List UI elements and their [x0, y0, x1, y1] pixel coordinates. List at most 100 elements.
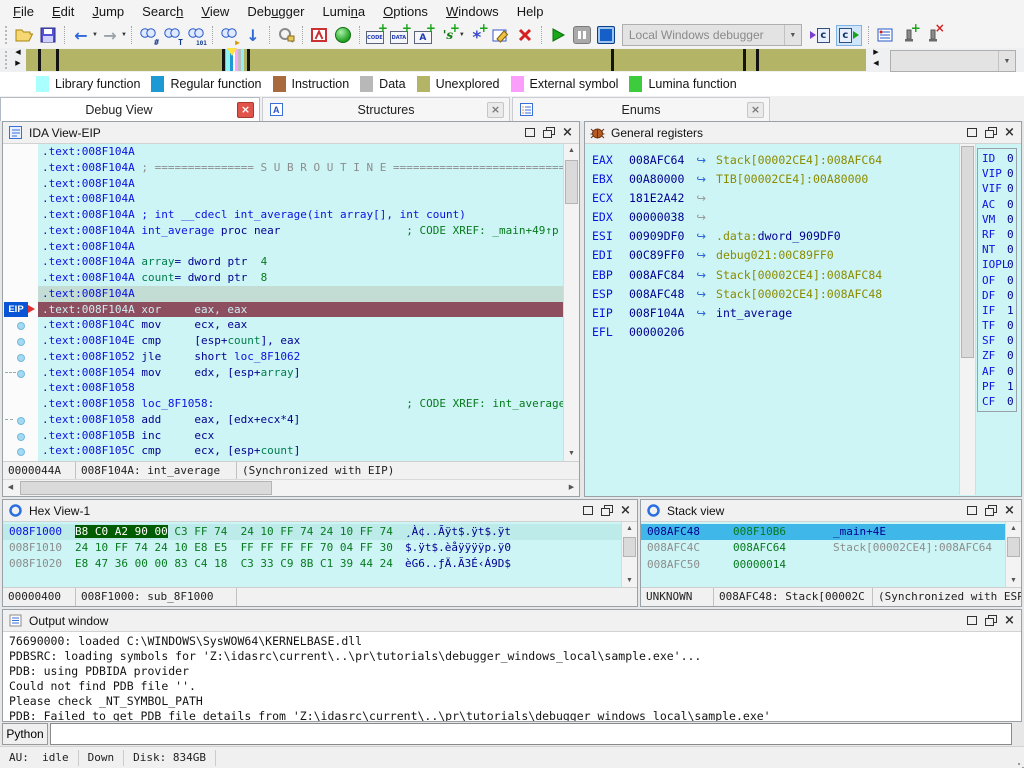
step-into-icon[interactable]: c [807, 24, 833, 46]
output-titlebar[interactable]: Output window × [3, 610, 1021, 632]
navigate-forward-dropdown-icon[interactable]: ▼ [121, 32, 127, 38]
navband-next-icon[interactable]: ▶ [870, 48, 882, 58]
maximize-icon[interactable] [963, 503, 980, 518]
disassembly-line[interactable]: .text:008F104C mov ecx, eax [38, 317, 564, 333]
lumina-status-icon[interactable] [332, 24, 354, 46]
hex-row[interactable]: 008F1020E8 47 36 00 00 83 C4 18 C3 33 C9… [3, 556, 622, 572]
scrollbar-thumb[interactable] [565, 160, 578, 204]
step-over-icon[interactable]: c [835, 24, 863, 46]
navband-scroll-right-icon[interactable]: ▶ [12, 59, 24, 69]
flag-row[interactable]: RF0 [982, 227, 1016, 242]
flag-row[interactable]: OF0 [982, 273, 1016, 288]
disassembly-lines[interactable]: .text:008F104A.text:008F104A ; =========… [38, 144, 564, 461]
follow-arrow-icon[interactable]: ↪ [696, 229, 706, 243]
disassembly-line[interactable]: .text:008F104A [38, 191, 564, 207]
tab-close-icon[interactable]: × [487, 102, 504, 118]
tab-close-icon[interactable]: × [237, 102, 254, 118]
maximize-icon[interactable] [963, 613, 980, 628]
disassembly-line[interactable]: .text:008F104A [38, 176, 564, 192]
search-text-icon[interactable]: T [161, 24, 183, 46]
navigation-band[interactable] [26, 49, 866, 71]
register-row[interactable]: EBP008AFC84↪Stack[00002CE4]:008AFC84 [585, 266, 1021, 285]
maximize-icon[interactable] [521, 125, 538, 140]
disassembly-line[interactable]: .text:008F104A ; int __cdecl int_average… [38, 207, 564, 223]
disassembly-line[interactable]: .text:008F104A [38, 286, 564, 302]
edit-comment-icon[interactable] [490, 24, 512, 46]
close-icon[interactable]: × [617, 503, 634, 518]
menu-windows[interactable]: Windows [437, 2, 508, 21]
hex-row[interactable]: 008F101024 10 FF 74 24 10 E8 E5 FF FF FF… [3, 540, 622, 556]
flag-row[interactable]: NT0 [982, 242, 1016, 257]
disassembly-line[interactable]: .text:008F104A xor eax, eax [38, 302, 564, 318]
follow-arrow-icon[interactable]: ↪ [696, 287, 706, 301]
search-immediate-icon[interactable]: # [137, 24, 159, 46]
follow-arrow-icon[interactable]: ↪ [696, 248, 706, 262]
create-data-icon[interactable]: DATA+ [389, 24, 411, 46]
navigate-back-icon[interactable]: ← [70, 24, 92, 46]
flag-row[interactable]: PF1 [982, 379, 1016, 394]
tab-enums[interactable]: Enums× [512, 97, 770, 121]
scrollbar-thumb[interactable] [961, 146, 974, 358]
hex-view-titlebar[interactable]: Hex View-1 × [3, 500, 637, 522]
navband-range-selector[interactable]: ▼ [890, 50, 1016, 72]
follow-arrow-icon[interactable]: ↪ [696, 306, 706, 320]
register-row[interactable]: EDI00C89FF0↪debug021:00C89FF0 [585, 246, 1021, 265]
undefine-icon[interactable] [514, 24, 536, 46]
menu-lumina[interactable]: Lumina [313, 2, 374, 21]
flag-row[interactable]: IF1 [982, 303, 1016, 318]
disassembly-line[interactable]: .text:008F104A [38, 144, 564, 160]
chevron-down-icon[interactable]: ▼ [998, 51, 1015, 71]
debugger-selector[interactable]: Local Windows debugger ▼ [622, 24, 802, 46]
create-string-icon[interactable]: 's+ [437, 24, 459, 46]
scroll-down-icon[interactable]: ▼ [1006, 574, 1021, 588]
search-binary-icon[interactable]: 101 [185, 24, 207, 46]
ida-vertical-scrollbar[interactable]: ▲ ▼ [563, 144, 579, 461]
disassembly-line[interactable]: .text:008F105C cmp ecx, [esp+count] [38, 443, 564, 459]
tab-close-icon[interactable]: × [747, 102, 764, 118]
close-icon[interactable]: × [1001, 503, 1018, 518]
gutter-dot-icon[interactable] [17, 322, 25, 330]
float-icon[interactable] [540, 125, 557, 140]
flag-row[interactable]: ID0 [982, 151, 1016, 166]
output-lines[interactable]: 76690000: loaded C:\WINDOWS\SysWOW64\KER… [3, 632, 1021, 721]
float-icon[interactable] [982, 503, 999, 518]
close-icon[interactable]: × [559, 125, 576, 140]
flag-row[interactable]: DF0 [982, 288, 1016, 303]
menu-view[interactable]: View [192, 2, 238, 21]
disassembly-line[interactable]: .text:008F104A [38, 239, 564, 255]
gutter-dot-icon[interactable] [17, 338, 25, 346]
stack-view-titlebar[interactable]: Stack view × [641, 500, 1021, 522]
stack-scrollbar[interactable]: ▲ ▼ [1005, 522, 1021, 588]
stack-row[interactable]: 008AFC5000000014 [641, 557, 1006, 573]
flag-row[interactable]: CF0 [982, 394, 1016, 409]
python-input[interactable] [50, 723, 1012, 745]
flag-row[interactable]: IOPL0 [982, 257, 1016, 272]
gutter-dot-icon[interactable] [17, 354, 25, 362]
chevron-down-icon[interactable]: ▼ [784, 25, 801, 45]
gutter-dot-icon[interactable] [17, 448, 25, 456]
scroll-left-icon[interactable]: ◀ [3, 480, 18, 496]
resize-grip-icon[interactable] [1018, 763, 1020, 765]
register-row[interactable]: ESP008AFC48↪Stack[00002CE4]:008AFC48 [585, 285, 1021, 304]
hex-row[interactable]: 008F1000B8 C0 A2 90 00 C3 FF 74 24 10 FF… [3, 524, 622, 540]
register-row[interactable]: ECX181E2A42↪ [585, 189, 1021, 208]
float-icon[interactable] [982, 125, 999, 140]
menu-debugger[interactable]: Debugger [238, 2, 313, 21]
disassembly-line[interactable]: .text:008F1058 loc_8F1058: ; CODE XREF: … [38, 396, 564, 412]
registers-titlebar[interactable]: General registers × [585, 122, 1021, 144]
disassembly-line[interactable]: .text:008F105B inc ecx [38, 428, 564, 444]
disassembly-line[interactable]: .text:008F1052 jle short loc_8F1062 [38, 349, 564, 365]
follow-arrow-icon[interactable]: ↪ [696, 172, 706, 186]
ida-horizontal-scrollbar[interactable]: ◀ ▶ [3, 479, 579, 496]
flag-row[interactable]: VIP0 [982, 166, 1016, 181]
flag-row[interactable]: SF0 [982, 333, 1016, 348]
stack-row[interactable]: 008AFC48008F10B6_main+4E [641, 524, 1006, 540]
stack-rows[interactable]: 008AFC48008F10B6_main+4E008AFC4C008AFC64… [641, 522, 1006, 588]
search-next-icon[interactable]: ▶ [218, 24, 240, 46]
lock-search-icon[interactable] [275, 24, 297, 46]
flag-row[interactable]: AC0 [982, 197, 1016, 212]
maximize-icon[interactable] [579, 503, 596, 518]
float-icon[interactable] [598, 503, 615, 518]
disassembly-line[interactable]: .text:008F1054 mov edx, [esp+array] [38, 365, 564, 381]
breakpoint-list-icon[interactable] [874, 24, 896, 46]
